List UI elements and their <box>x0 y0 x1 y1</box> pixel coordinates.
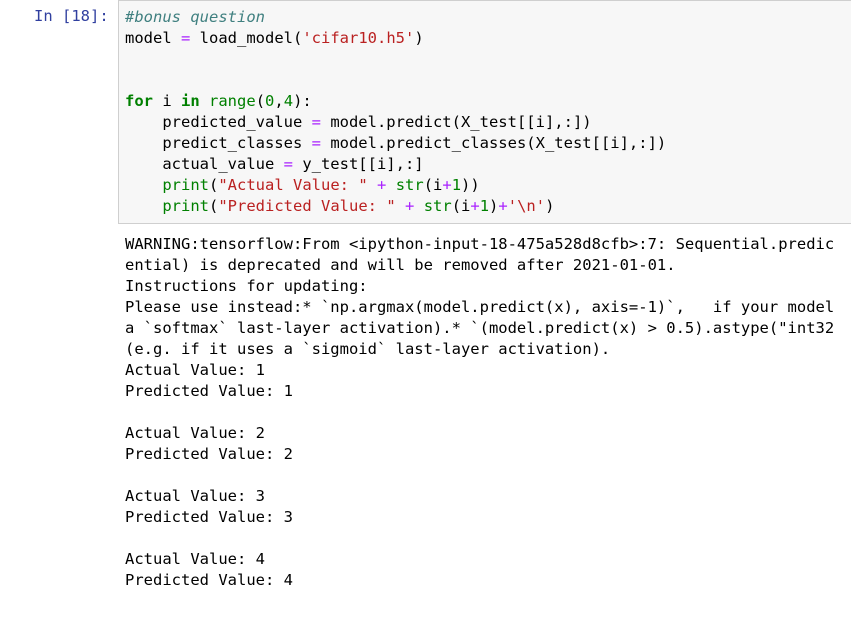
code-token: model.predict_classes(X_test[[i],:]) <box>320 134 667 152</box>
output-line: Predicted Value: 3 <box>125 508 293 526</box>
code-token: = <box>283 155 293 173</box>
code-token: = <box>311 134 321 152</box>
code-token: str <box>423 197 452 215</box>
code-line: for i in range(0,4): <box>125 91 666 112</box>
code-line: #bonus question <box>125 7 666 28</box>
code-token: ( <box>255 92 266 110</box>
output-line: Actual Value: 1 <box>125 361 265 379</box>
code-token: )) <box>461 176 480 194</box>
output-line: WARNING:tensorflow:From <ipython-input-1… <box>125 235 835 253</box>
code-token: i <box>153 92 181 110</box>
code-token: ) <box>489 197 499 215</box>
code-token: y_test[[i],:] <box>292 155 424 173</box>
code-token: print <box>162 197 209 215</box>
code-token: (i <box>423 176 443 194</box>
code-token: "Actual Value: " <box>218 176 368 194</box>
code-token: 1 <box>451 176 462 194</box>
code-token: ( <box>209 197 219 215</box>
code-token: 1 <box>479 197 490 215</box>
code-token: in <box>181 92 200 110</box>
code-line: print("Predicted Value: " + str(i+1)+'\n… <box>125 196 666 217</box>
code-line: model = load_model('cifar10.h5') <box>125 28 666 49</box>
code-token: + <box>442 176 452 194</box>
code-line: actual_value = y_test[[i],:] <box>125 154 666 175</box>
code-token: str <box>395 176 424 194</box>
output-line: Please use instead:* `np.argmax(model.pr… <box>125 298 835 316</box>
output-line: Actual Value: 3 <box>125 487 265 505</box>
code-token: actual_value <box>125 155 284 173</box>
code-token: + <box>405 197 415 215</box>
output-line: a `softmax` last-layer activation).* `(m… <box>125 319 835 337</box>
code-token: ) <box>414 29 424 47</box>
code-token: ( <box>209 176 219 194</box>
code-token: 0 <box>265 92 275 110</box>
code-token: for <box>125 92 153 110</box>
output-line: (e.g. if it uses a `sigmoid` last-layer … <box>125 340 611 358</box>
code-line: print("Actual Value: " + str(i+1)) <box>125 175 666 196</box>
output-text: WARNING:tensorflow:From <ipython-input-1… <box>125 234 834 591</box>
code-token: 4 <box>283 92 294 110</box>
code-token: model <box>125 29 181 47</box>
code-token: predicted_value <box>125 113 312 131</box>
code-content[interactable]: #bonus question model = load_model('cifar… <box>125 7 666 217</box>
input-prompt: In [18]: <box>34 7 109 25</box>
code-editor[interactable]: #bonus question model = load_model('cifar… <box>118 0 851 224</box>
notebook-code-cell[interactable]: In [18]: #bonus question model = load_mod… <box>0 0 851 621</box>
output-line: Predicted Value: 1 <box>125 382 293 400</box>
code-token: + <box>498 197 508 215</box>
code-token: = <box>181 29 191 47</box>
output-line: ential) is deprecated and will be remove… <box>125 256 676 274</box>
code-token: model.predict(X_test[[i],:]) <box>320 113 592 131</box>
code-token: load_model( <box>190 29 303 47</box>
code-token: ) <box>545 197 555 215</box>
code-token: range <box>209 92 256 110</box>
output-line: Instructions for updating: <box>125 277 368 295</box>
cell-output-area: WARNING:tensorflow:From <ipython-input-1… <box>118 228 851 621</box>
code-token: #bonus question <box>125 8 265 26</box>
output-line: Actual Value: 2 <box>125 424 265 442</box>
code-token: print <box>162 176 209 194</box>
code-token: ): <box>293 92 312 110</box>
code-token: , <box>274 92 284 110</box>
code-token: 'cifar10.h5' <box>302 29 415 47</box>
code-token: (i <box>451 197 471 215</box>
output-line: Predicted Value: 2 <box>125 445 293 463</box>
code-token: '\n' <box>507 197 546 215</box>
code-line: predicted_value = model.predict(X_test[[… <box>125 112 666 133</box>
code-token: + <box>470 197 480 215</box>
code-token: "Predicted Value: " <box>218 197 396 215</box>
output-line: Predicted Value: 4 <box>125 571 293 589</box>
code-token: = <box>311 113 321 131</box>
code-token: predict_classes <box>125 134 312 152</box>
code-line: predict_classes = model.predict_classes(… <box>125 133 666 154</box>
output-line: Actual Value: 4 <box>125 550 265 568</box>
code-token: + <box>377 176 387 194</box>
